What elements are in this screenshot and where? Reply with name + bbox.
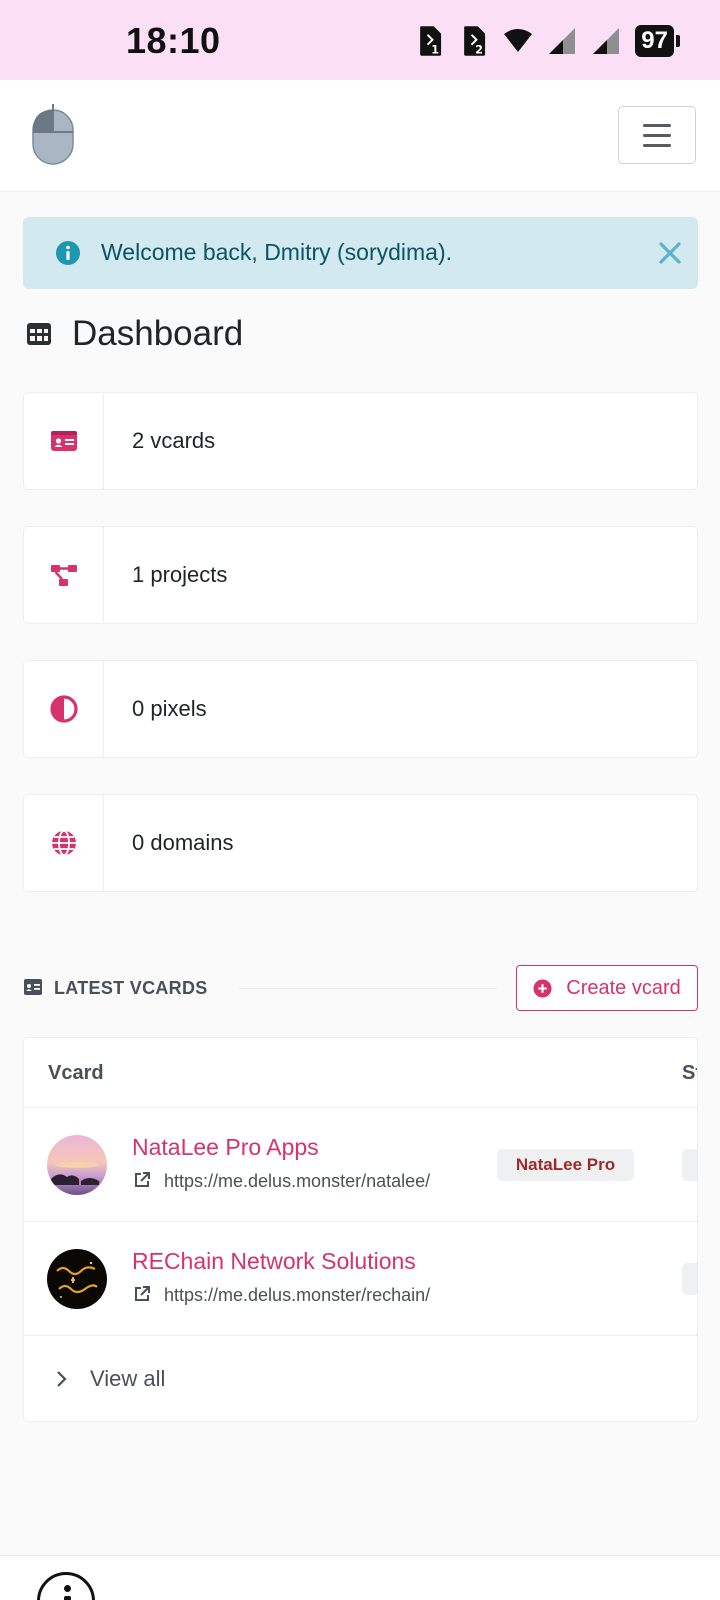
- vcard-url: https://me.delus.monster/natalee/: [164, 1171, 431, 1191]
- dashboard-title: Dashboard: [72, 314, 244, 353]
- status-bar: 18:10 1 2 97: [0, 0, 720, 80]
- mouse-logo-icon[interactable]: [30, 104, 76, 166]
- vcard-url: https://me.delus.monster/rechain/: [164, 1285, 431, 1305]
- svg-text:1: 1: [432, 43, 440, 56]
- status-time: 18:10: [126, 20, 221, 61]
- page-title: Dashboard: [26, 314, 243, 354]
- id-card-icon: [24, 979, 42, 995]
- section-divider: [239, 988, 497, 989]
- status-toggle[interactable]: [682, 1149, 697, 1181]
- table-row[interactable]: REChain Network Solutions https://me.del…: [24, 1222, 697, 1336]
- stat-domains-label: 0 domains: [132, 830, 234, 855]
- external-link-icon[interactable]: [133, 1171, 151, 1189]
- menu-toggle-button[interactable]: [618, 106, 696, 164]
- external-link-icon[interactable]: [133, 1285, 151, 1303]
- vcard-avatar: [47, 1135, 107, 1195]
- svg-text:2: 2: [476, 43, 484, 56]
- stat-card-pixels[interactable]: 0 pixels: [23, 660, 698, 758]
- stat-pixels-label: 0 pixels: [132, 696, 207, 721]
- welcome-alert: Welcome back, Dmitry (sorydima).: [23, 217, 698, 289]
- project-diagram-icon: [50, 565, 77, 586]
- section-title: LATEST VCARDS: [54, 978, 208, 998]
- project-badge: NataLee Pro: [497, 1149, 634, 1181]
- column-header-vcard: Vcard: [48, 1062, 104, 1084]
- stat-vcards-label: 2 vcards: [132, 428, 216, 453]
- table-row[interactable]: NataLee Pro Apps https://me.delus.monste…: [24, 1108, 697, 1222]
- signal-icon: [549, 28, 576, 54]
- sim1-icon: 1: [420, 26, 442, 56]
- battery-icon: 97: [635, 25, 680, 57]
- stat-card-domains[interactable]: 0 domains: [23, 794, 698, 892]
- adjust-icon: [49, 695, 78, 723]
- sim2-icon: 2: [464, 26, 486, 56]
- vcard-avatar: [47, 1249, 107, 1309]
- stat-projects-label: 1 projects: [132, 562, 228, 587]
- view-all-label: View all: [90, 1366, 166, 1391]
- id-card-icon: [50, 431, 77, 451]
- hamburger-icon: [643, 123, 671, 127]
- column-header-status: St: [682, 1062, 697, 1084]
- battery-level: 97: [635, 25, 674, 57]
- view-all-link[interactable]: View all: [24, 1336, 697, 1421]
- table-grid-icon: [27, 323, 51, 345]
- create-vcard-button[interactable]: Create vcard: [516, 965, 698, 1011]
- alert-message: Welcome back, Dmitry (sorydima).: [101, 239, 453, 265]
- vcard-name-link[interactable]: NataLee Pro Apps: [132, 1134, 319, 1161]
- wifi-icon: [504, 29, 533, 52]
- vcard-name-link[interactable]: REChain Network Solutions: [132, 1248, 416, 1275]
- close-icon[interactable]: [658, 241, 682, 265]
- stat-card-projects[interactable]: 1 projects: [23, 526, 698, 624]
- status-toggle[interactable]: [682, 1263, 697, 1295]
- latest-vcards-header: LATEST VCARDS Create vcard: [23, 965, 698, 1011]
- info-icon[interactable]: [37, 1572, 95, 1600]
- app-header: [0, 80, 720, 192]
- stat-card-vcards[interactable]: 2 vcards: [23, 392, 698, 490]
- chevron-right-icon: [57, 1371, 67, 1387]
- create-vcard-label: Create vcard: [566, 976, 681, 999]
- plus-circle-icon: [533, 978, 552, 998]
- table-header: Vcard St: [24, 1038, 697, 1108]
- info-circle-icon: [56, 241, 80, 265]
- bottom-bar: [0, 1555, 720, 1600]
- signal-icon: [593, 28, 620, 54]
- globe-icon: [51, 830, 76, 856]
- vcards-table: Vcard St NataLee Pro Apps: [23, 1037, 698, 1422]
